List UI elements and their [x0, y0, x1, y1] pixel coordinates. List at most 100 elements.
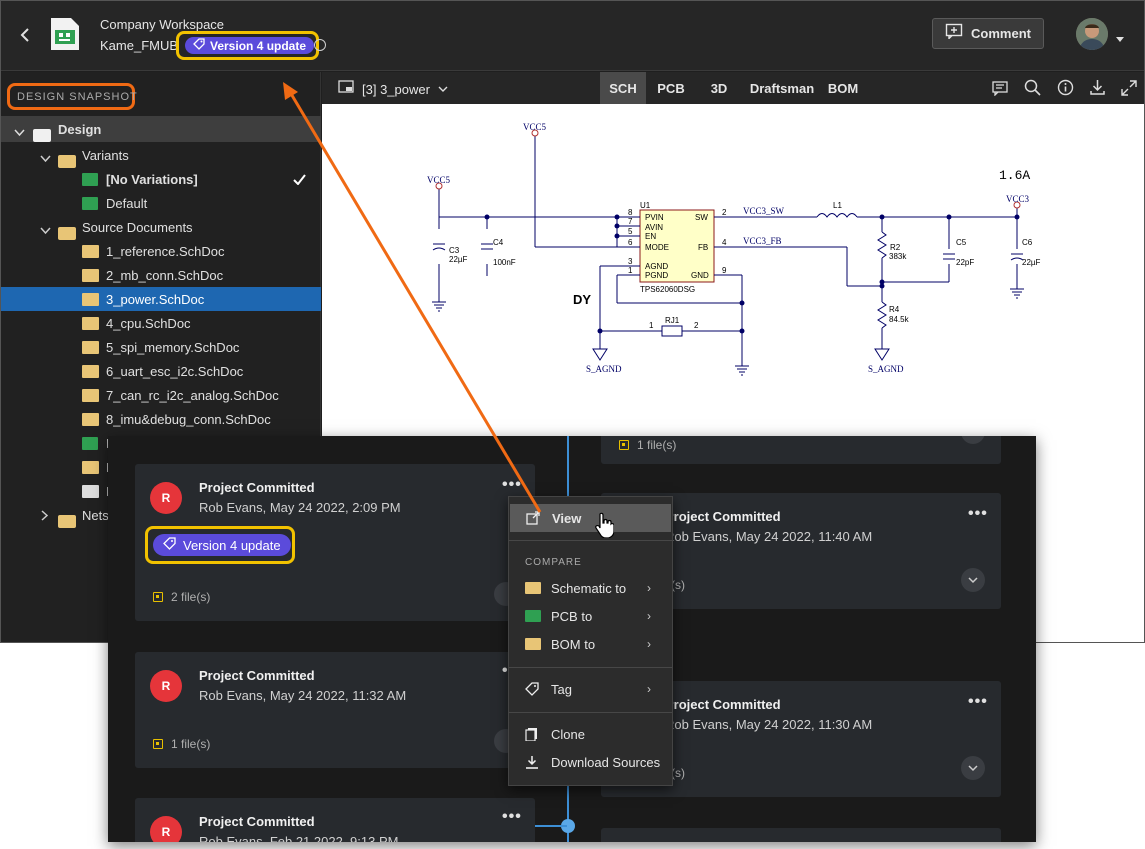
commit-title: Project Committed: [665, 697, 781, 712]
tree-item-variants[interactable]: Variants: [1, 143, 321, 168]
ic-pin-name: PVIN: [645, 213, 664, 222]
design-snapshot-label-highlight: DESIGN SNAPSHOT: [7, 83, 137, 110]
user-avatar[interactable]: [1076, 18, 1108, 50]
more-options-icon[interactable]: •••: [502, 476, 522, 494]
menu-item-tag[interactable]: Tag ›: [509, 675, 672, 703]
commit-card[interactable]: R Project Committed Rob Evans, Feb 21 20…: [135, 798, 535, 842]
fullscreen-icon[interactable]: [1121, 80, 1137, 101]
info-icon[interactable]: [1057, 79, 1074, 101]
tree-item-default[interactable]: Default: [1, 191, 321, 215]
current-annotation: 1.6A: [999, 168, 1030, 183]
menu-item-label: View: [552, 510, 582, 526]
pin-number: 1: [649, 321, 654, 330]
menu-item-schematic-to[interactable]: Schematic to ›: [509, 574, 672, 602]
file-count-label: 1 file(s): [171, 737, 211, 751]
ic-pin-name: MODE: [645, 243, 669, 252]
tree-item-label: Source Documents: [82, 219, 193, 235]
ic-pin-number: 7: [628, 217, 633, 226]
chevron-down-icon: [40, 223, 51, 238]
workspace-name: Company Workspace: [100, 17, 225, 32]
more-options-icon[interactable]: •••: [968, 505, 988, 523]
menu-item-pcb-to[interactable]: PCB to ›: [509, 602, 672, 630]
component-ref: R4: [889, 305, 900, 314]
tab-sch[interactable]: SCH: [600, 72, 646, 104]
version-badge-highlight: Version 4 update: [145, 526, 295, 564]
tree-item-document[interactable]: 6_uart_esc_i2c.SchDoc: [1, 359, 321, 383]
component-ref: C4: [493, 238, 504, 247]
menu-item-label: PCB to: [551, 608, 593, 624]
comment-button[interactable]: Comment: [932, 18, 1044, 49]
component-value: 100nF: [493, 258, 516, 267]
doc-selector[interactable]: [3] 3_power: [338, 80, 448, 98]
tab-bom[interactable]: BOM: [822, 72, 864, 104]
tree-item-document[interactable]: 7_can_rc_i2c_analog.SchDoc: [1, 383, 321, 407]
ic-pin-number: 6: [628, 238, 633, 247]
version-badge-highlight: Version 4 update: [176, 31, 319, 60]
tree-item-label: [No Variations]: [106, 171, 198, 187]
component-value: 22µF: [449, 255, 468, 264]
commit-title: Project Committed: [665, 509, 781, 524]
ic-pin-number: 8: [628, 208, 633, 217]
back-chevron-icon[interactable]: [17, 25, 33, 45]
component-ref: L1: [833, 201, 842, 210]
draftsman-doc-icon: [82, 485, 99, 498]
tree-item-document-selected[interactable]: 3_power.SchDoc: [1, 287, 321, 311]
expand-button[interactable]: [961, 436, 985, 444]
tree-item-source-documents[interactable]: Source Documents: [1, 215, 321, 240]
info-icon[interactable]: [314, 39, 326, 51]
tree-item-document[interactable]: 8_imu&debug_conn.SchDoc: [1, 407, 321, 431]
tab-draftsman[interactable]: Draftsman: [746, 72, 818, 104]
tree-item-document[interactable]: 5_spi_memory.SchDoc: [1, 335, 321, 359]
menu-item-clone[interactable]: Clone: [509, 720, 672, 748]
ic-part: TPS62060DSG: [640, 285, 695, 294]
version-badge-label: Version 4 update: [183, 537, 281, 553]
tree-item-document[interactable]: 4_cpu.SchDoc: [1, 311, 321, 335]
component-value: 383k: [889, 252, 907, 261]
tab-3d[interactable]: 3D: [698, 72, 740, 104]
comments-icon[interactable]: [992, 80, 1008, 101]
tree-item-no-variations[interactable]: [No Variations]: [1, 167, 321, 191]
tree-item-label: 1_reference.SchDoc: [106, 243, 225, 259]
schematic-doc-icon: [525, 582, 541, 594]
tree-item-document[interactable]: 1_reference.SchDoc: [1, 239, 321, 263]
chevron-right-icon: [41, 509, 49, 524]
search-icon[interactable]: [1024, 79, 1041, 101]
commit-card[interactable]: 1 file(s): [601, 436, 1001, 464]
component-ref: RJ1: [665, 316, 680, 325]
chevron-down-icon: [438, 80, 448, 98]
version-badge[interactable]: Version 4 update: [153, 534, 291, 556]
checkmark-icon: [293, 173, 306, 188]
files-icon: [153, 592, 163, 602]
tree-item-design[interactable]: Design: [1, 116, 321, 142]
chevron-down-icon: [14, 125, 25, 140]
chevron-down-icon: [40, 151, 51, 166]
more-options-icon[interactable]: •••: [968, 693, 988, 711]
expand-button[interactable]: [961, 568, 985, 592]
tree-item-document[interactable]: 2_mb_conn.SchDoc: [1, 263, 321, 287]
schematic-doc-icon: [82, 293, 99, 306]
menu-item-view[interactable]: View: [510, 504, 671, 532]
files-icon: [619, 440, 629, 450]
commit-card[interactable]: R Project Committed Rob Evans, May 24 20…: [135, 652, 535, 768]
menu-item-download-sources[interactable]: Download Sources: [509, 748, 672, 776]
ic-pin-number: 2: [722, 208, 727, 217]
file-count-label: 2 file(s): [171, 590, 211, 604]
commit-card[interactable]: [601, 828, 1001, 842]
menu-item-bom-to[interactable]: BOM to ›: [509, 630, 672, 658]
user-menu-caret-icon[interactable]: [1115, 30, 1125, 48]
version-badge[interactable]: Version 4 update: [185, 37, 315, 54]
open-external-icon: [526, 511, 540, 528]
expand-button[interactable]: [961, 756, 985, 780]
more-options-icon[interactable]: •••: [502, 808, 522, 826]
download-icon[interactable]: [1089, 79, 1106, 101]
schematic-doc-icon: [82, 413, 99, 426]
component-ref: R2: [890, 243, 901, 252]
ic-pin-number: 4: [722, 238, 727, 247]
chevron-right-icon: ›: [647, 581, 651, 595]
folder-icon: [33, 128, 51, 142]
ic-pin-number: 9: [722, 266, 727, 275]
tab-pcb[interactable]: PCB: [648, 72, 694, 104]
tree-item-label: Default: [106, 195, 148, 211]
chevron-right-icon: ›: [647, 637, 651, 651]
commit-card[interactable]: R Project Committed Rob Evans, May 24 20…: [135, 464, 535, 621]
